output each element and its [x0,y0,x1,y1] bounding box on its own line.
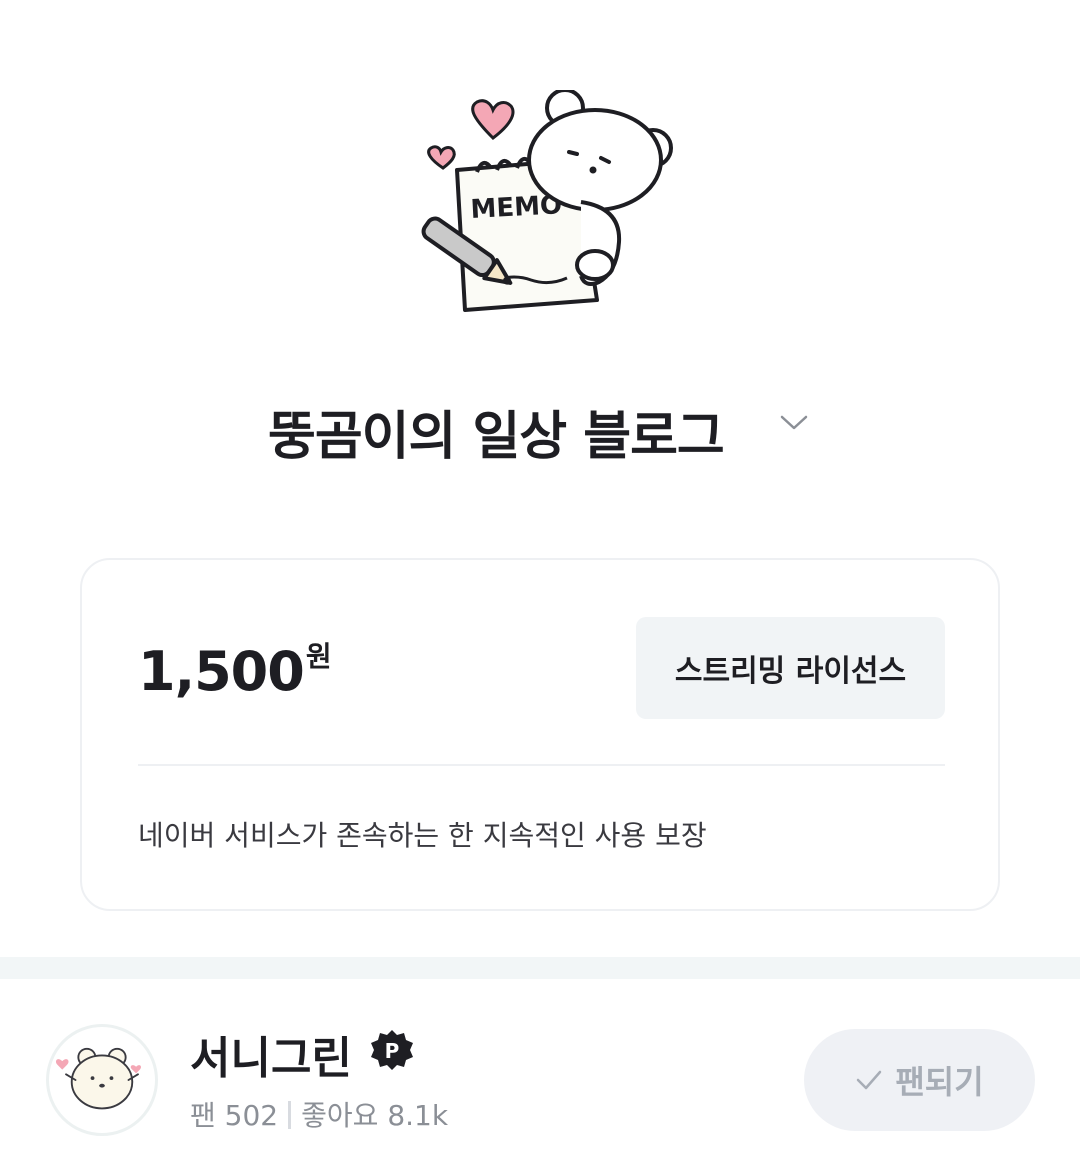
price: 1,500원 [138,640,332,703]
likes-count: 8.1k [387,1099,449,1132]
become-fan-button[interactable]: 팬되기 [804,1029,1035,1131]
price-unit: 원 [305,640,332,673]
heart-icon [427,145,456,170]
product-title: 뚱곰이의 일상 블로그 [268,407,725,467]
card-divider [138,764,945,766]
creator-stats: 팬 502 좋아요 8.1k [190,1094,448,1134]
streaming-license-button[interactable]: 스트리밍 라이선스 [636,617,945,719]
fans-count: 502 [224,1099,279,1132]
creator-name-row: 서니그린 P [190,1022,415,1084]
license-note: 네이버 서비스가 존속하는 한 지속적인 사용 보장 [138,819,707,852]
bear-avatar-icon [55,1047,142,1110]
heart-icon [471,99,515,140]
sticker-illustration: MEMO [421,90,673,312]
creator-avatar[interactable] [46,1024,158,1136]
fan-button-label: 팬되기 [895,1063,984,1101]
chevron-down-icon[interactable] [779,412,809,432]
creator-name[interactable]: 서니그린 [190,1033,352,1084]
price-card: 1,500원 스트리밍 라이선스 네이버 서비스가 존속하는 한 지속적인 사용… [80,558,1000,911]
premium-badge-icon: P [371,1030,414,1070]
price-amount: 1,500 [138,640,305,703]
section-divider [0,957,1080,979]
check-icon [857,1070,882,1090]
svg-text:P: P [385,1039,400,1063]
likes-label: 좋아요 [301,1099,379,1132]
stat-separator [288,1101,292,1129]
fans-label: 팬 [190,1099,216,1132]
product-title-row: 뚱곰이의 일상 블로그 [0,390,1080,470]
